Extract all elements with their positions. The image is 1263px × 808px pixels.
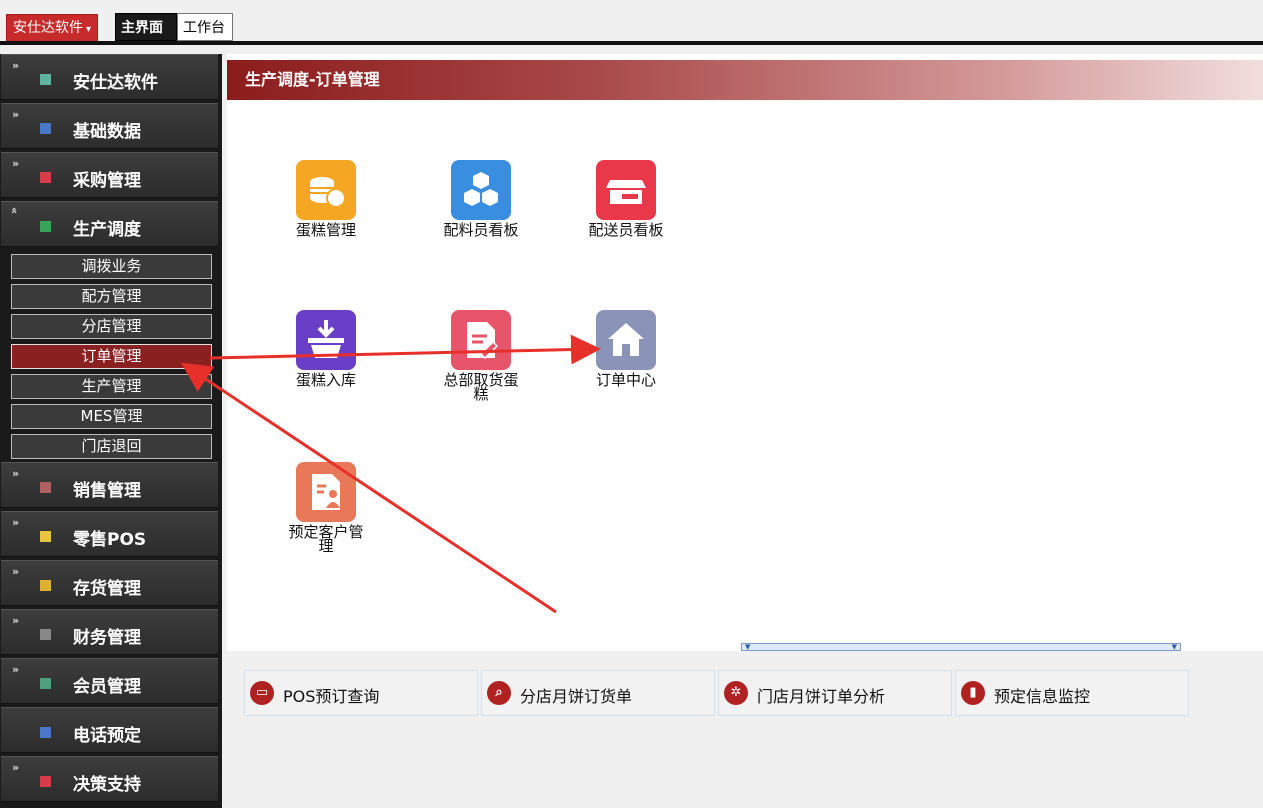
expand-icon: » (12, 108, 20, 121)
submenu-production[interactable]: 生产管理 (11, 374, 212, 399)
module-icon (40, 74, 51, 85)
brand-label: 安仕达软件 (13, 20, 83, 36)
submenu-branch[interactable]: 分店管理 (11, 314, 212, 339)
app-delivery-board[interactable]: 配送员看板 (566, 160, 686, 239)
horizontal-scrollbar[interactable]: ▼ ▼ (741, 643, 1181, 651)
scroll-left-icon[interactable]: ▼ (745, 644, 750, 651)
sidebar-item-label: 会员管理 (73, 677, 141, 697)
scroll-right-icon[interactable]: ▼ (1172, 644, 1177, 651)
module-icon (40, 727, 51, 738)
app-label: 预定客户管理 (288, 523, 364, 555)
sidebar-item-label: 存货管理 (73, 579, 141, 599)
sidebar-item-finance[interactable]: » 财务管理 (1, 609, 218, 655)
sidebar-item-basic-data[interactable]: » 基础数据 (1, 103, 218, 149)
monitor-icon: ▭ (250, 681, 274, 705)
chevron-down-icon: ▾ (86, 24, 92, 35)
sidebar-item-anshida[interactable]: » 安仕达软件 (1, 54, 218, 100)
expand-icon: » (12, 614, 20, 627)
quick-label: 预定信息监控 (994, 687, 1091, 706)
module-icon (40, 580, 51, 591)
app-cake-management[interactable]: 蛋糕管理 (266, 160, 386, 239)
app-ingredient-board[interactable]: 配料员看板 (421, 160, 541, 239)
store-mooncake-analysis-button[interactable]: ✲ 门店月饼订单分析 (718, 670, 952, 716)
submenu-store-return[interactable]: 门店退回 (11, 434, 212, 459)
sidebar-item-label: 零售POS (73, 530, 147, 550)
branch-mooncake-order-button[interactable]: ⌕ 分店月饼订货单 (481, 670, 715, 716)
page-title: 生产调度-订单管理 (245, 70, 380, 89)
submenu-order-management[interactable]: 订单管理 (11, 344, 212, 369)
bar-chart-icon: ▮ (961, 681, 985, 705)
top-bar: 安仕达软件 ▾ 主界面 工作台 (0, 0, 1263, 46)
expand-icon: » (12, 157, 20, 170)
sidebar-item-label: 采购管理 (73, 171, 141, 191)
expand-icon: » (12, 516, 20, 529)
boxes-icon (451, 160, 511, 220)
customer-document-icon (296, 462, 356, 522)
sidebar-item-purchase[interactable]: » 采购管理 (1, 152, 218, 198)
app-hq-cake-pickup[interactable]: 总部取货蛋糕 (421, 310, 541, 403)
app-label: 蛋糕入库 (295, 371, 356, 389)
sidebar-item-inventory[interactable]: » 存货管理 (1, 560, 218, 606)
truck-icon (596, 160, 656, 220)
sidebar: » 安仕达软件 » 基础数据 » 采购管理 « 生产调度 调拨业务 配方管理 分… (0, 54, 222, 808)
sidebar-item-label: 安仕达软件 (73, 73, 158, 93)
document-edit-icon (451, 310, 511, 370)
expand-icon: » (12, 565, 20, 578)
app-label: 配送员看板 (588, 221, 664, 239)
module-icon (40, 629, 51, 640)
expand-icon: » (12, 663, 20, 676)
sidebar-item-production[interactable]: « 生产调度 (1, 201, 218, 247)
module-icon (40, 776, 51, 787)
submenu-transfer[interactable]: 调拨业务 (11, 254, 212, 279)
app-booking-customer[interactable]: 预定客户管理 (266, 462, 386, 555)
quick-access-bar: ▭ POS预订查询 ⌕ 分店月饼订货单 ✲ 门店月饼订单分析 ▮ 预定信息监控 (227, 653, 1263, 808)
sidebar-item-retail-pos[interactable]: » 零售POS (1, 511, 218, 557)
sidebar-item-decision[interactable]: » 决策支持 (1, 756, 218, 802)
quick-label: 门店月饼订单分析 (757, 687, 886, 706)
expand-icon: » (12, 467, 20, 480)
app-order-center[interactable]: 订单中心 (566, 310, 686, 389)
app-cake-stock-in[interactable]: 蛋糕入库 (266, 310, 386, 389)
quick-label: 分店月饼订货单 (520, 687, 633, 706)
sidebar-item-label: 销售管理 (73, 481, 141, 501)
module-icon (40, 221, 51, 232)
brand-menu-button[interactable]: 安仕达软件 ▾ (6, 14, 99, 43)
basket-icon (296, 310, 356, 370)
module-icon (40, 678, 51, 689)
sidebar-item-sales[interactable]: » 销售管理 (1, 462, 218, 508)
app-label: 蛋糕管理 (295, 221, 356, 239)
search-icon: ⌕ (487, 681, 511, 705)
basketball-icon: ✲ (724, 681, 748, 705)
sidebar-item-phone-booking[interactable]: 电话预定 (1, 707, 218, 753)
home-icon (596, 310, 656, 370)
sidebar-item-member[interactable]: » 会员管理 (1, 658, 218, 704)
booking-monitor-button[interactable]: ▮ 预定信息监控 (955, 670, 1189, 716)
sidebar-item-label: 生产调度 (73, 220, 141, 240)
app-label: 总部取货蛋糕 (443, 371, 519, 403)
module-icon (40, 531, 51, 542)
quick-label: POS预订查询 (283, 687, 380, 706)
submenu-recipe[interactable]: 配方管理 (11, 284, 212, 309)
sidebar-item-label: 基础数据 (73, 122, 141, 142)
coins-icon (296, 160, 356, 220)
panel-header: 生产调度-订单管理 (227, 60, 1263, 100)
app-label: 配料员看板 (443, 221, 519, 239)
main-panel: 生产调度-订单管理 蛋糕管理 配料员看板 配送员看板 蛋糕入库 总部取货蛋糕 订… (227, 54, 1263, 651)
expand-icon: » (12, 59, 20, 72)
tab-main[interactable]: 主界面 (115, 13, 177, 41)
module-icon (40, 123, 51, 134)
sidebar-item-label: 电话预定 (73, 726, 141, 746)
top-divider (0, 41, 1263, 45)
expand-icon: » (12, 761, 20, 774)
sidebar-item-label: 财务管理 (73, 628, 141, 648)
sidebar-item-label: 决策支持 (73, 775, 141, 795)
module-icon (40, 482, 51, 493)
module-icon (40, 172, 51, 183)
app-label: 订单中心 (595, 371, 656, 389)
tab-workbench[interactable]: 工作台 (177, 13, 233, 41)
collapse-icon: « (8, 206, 22, 215)
submenu-mes[interactable]: MES管理 (11, 404, 212, 429)
pos-booking-query-button[interactable]: ▭ POS预订查询 (244, 670, 478, 716)
